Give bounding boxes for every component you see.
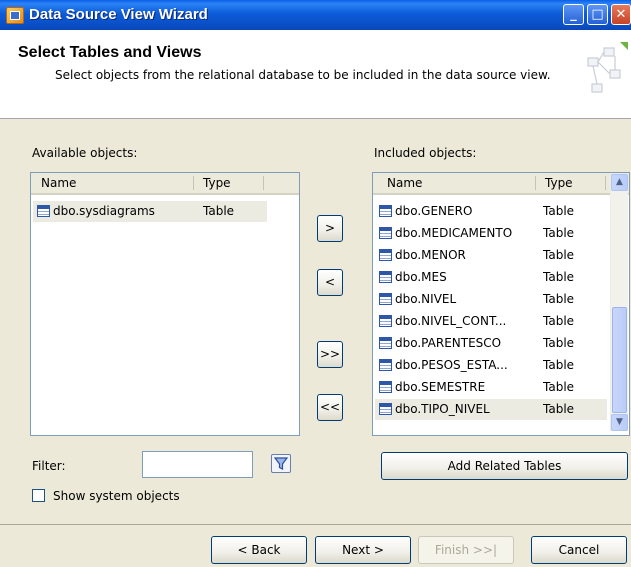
object-name: dbo.PARENTESCO [395,336,502,350]
included-list-scrollbar[interactable]: ▲ ▼ [610,174,628,431]
object-name: dbo.TIPO_NIVEL [395,402,490,416]
page-title: Select Tables and Views [18,44,202,61]
included-objects-list[interactable]: Name Type dbo.GENERO Table dbo.MEDICAMENTO… [372,172,630,436]
page-subtitle: Select objects from the relational datab… [55,68,551,82]
object-type: Table [203,204,235,218]
add-all-button[interactable]: >> [317,341,343,368]
available-objects-list[interactable]: Name Type dbo.sysdiagrams Table [30,172,300,436]
included-objects-label: Included objects: [374,146,477,160]
list-item[interactable]: dbo.NIVEL_CONT... Table [375,311,607,332]
title-bar[interactable]: Data Source View Wizard _ □ ✕ [0,0,631,30]
column-divider[interactable] [535,176,536,190]
scroll-down-arrow-icon[interactable]: ▼ [611,414,628,431]
app-icon [6,7,24,24]
list-item[interactable]: dbo.GENERO Table [375,201,607,222]
add-related-tables-button[interactable]: Add Related Tables [381,452,628,480]
filter-input[interactable] [142,451,253,478]
object-name: dbo.NIVEL_CONT... [395,314,507,328]
minimize-button[interactable]: _ [563,4,584,25]
scrollbar-thumb[interactable] [612,307,627,413]
object-type: Table [543,292,575,306]
object-type: Table [543,270,575,284]
object-name: dbo.NIVEL [395,292,457,306]
table-icon [379,381,392,393]
list-item[interactable]: dbo.MES Table [375,267,607,288]
object-name: dbo.PESOS_ESTA... [395,358,508,372]
object-name: dbo.GENERO [395,204,473,218]
footer-divider [0,524,631,525]
table-icon [379,315,392,327]
column-header-type[interactable]: Type [203,176,231,190]
table-icon [379,227,392,239]
list-item[interactable]: dbo.MEDICAMENTO Table [375,223,607,244]
column-divider[interactable] [263,176,264,190]
add-selected-button[interactable]: > [317,215,343,242]
column-header-name[interactable]: Name [387,176,422,190]
included-list-header: Name Type [373,173,629,195]
filter-button[interactable] [271,454,291,473]
filter-label: Filter: [32,459,66,473]
column-divider[interactable] [193,176,194,190]
table-icon [379,337,392,349]
show-system-objects-label[interactable]: Show system objects [53,489,180,503]
object-type: Table [543,402,575,416]
list-item[interactable]: dbo.PARENTESCO Table [375,333,607,354]
column-divider[interactable] [605,176,606,190]
funnel-icon [273,457,289,470]
scroll-up-arrow-icon[interactable]: ▲ [611,174,628,191]
list-item[interactable]: dbo.MENOR Table [375,245,607,266]
list-item[interactable]: dbo.NIVEL Table [375,289,607,310]
list-item[interactable]: dbo.PESOS_ESTA... Table [375,355,607,376]
object-name: dbo.MENOR [395,248,466,262]
finish-button[interactable]: Finish >>| [418,536,514,564]
object-type: Table [543,314,575,328]
table-icon [379,205,392,217]
object-type: Table [543,380,575,394]
column-header-type[interactable]: Type [545,176,573,190]
cancel-button[interactable]: Cancel [531,536,627,564]
list-item[interactable]: dbo.sysdiagrams Table [33,201,267,222]
window-title: Data Source View Wizard [29,6,208,23]
wizard-graphic-icon [587,42,628,93]
object-type: Table [543,248,575,262]
remove-all-button[interactable]: << [317,394,343,421]
next-button[interactable]: Next > [315,536,411,564]
table-icon [37,205,50,217]
maximize-button[interactable]: □ [587,4,608,25]
back-button[interactable]: < Back [211,536,307,564]
table-icon [379,271,392,283]
table-icon [379,403,392,415]
table-icon [379,359,392,371]
available-objects-label: Available objects: [32,146,138,160]
available-list-header: Name Type [31,173,299,195]
remove-selected-button[interactable]: < [317,269,343,296]
column-header-name[interactable]: Name [41,176,76,190]
object-name: dbo.sysdiagrams [53,204,155,218]
table-icon [379,293,392,305]
object-name: dbo.SEMESTRE [395,380,486,394]
list-item[interactable]: dbo.SEMESTRE Table [375,377,607,398]
object-type: Table [543,226,575,240]
table-icon [379,249,392,261]
show-system-objects-checkbox[interactable] [32,489,45,502]
wizard-header: Select Tables and Views Select objects f… [0,30,631,119]
object-type: Table [543,358,575,372]
object-name: dbo.MEDICAMENTO [395,226,513,240]
close-button[interactable]: ✕ [611,4,631,25]
object-type: Table [543,336,575,350]
object-name: dbo.MES [395,270,447,284]
object-type: Table [543,204,575,218]
list-item[interactable]: dbo.TIPO_NIVEL Table [375,399,607,420]
wizard-window: Data Source View Wizard _ □ ✕ Select Tab… [0,0,631,567]
